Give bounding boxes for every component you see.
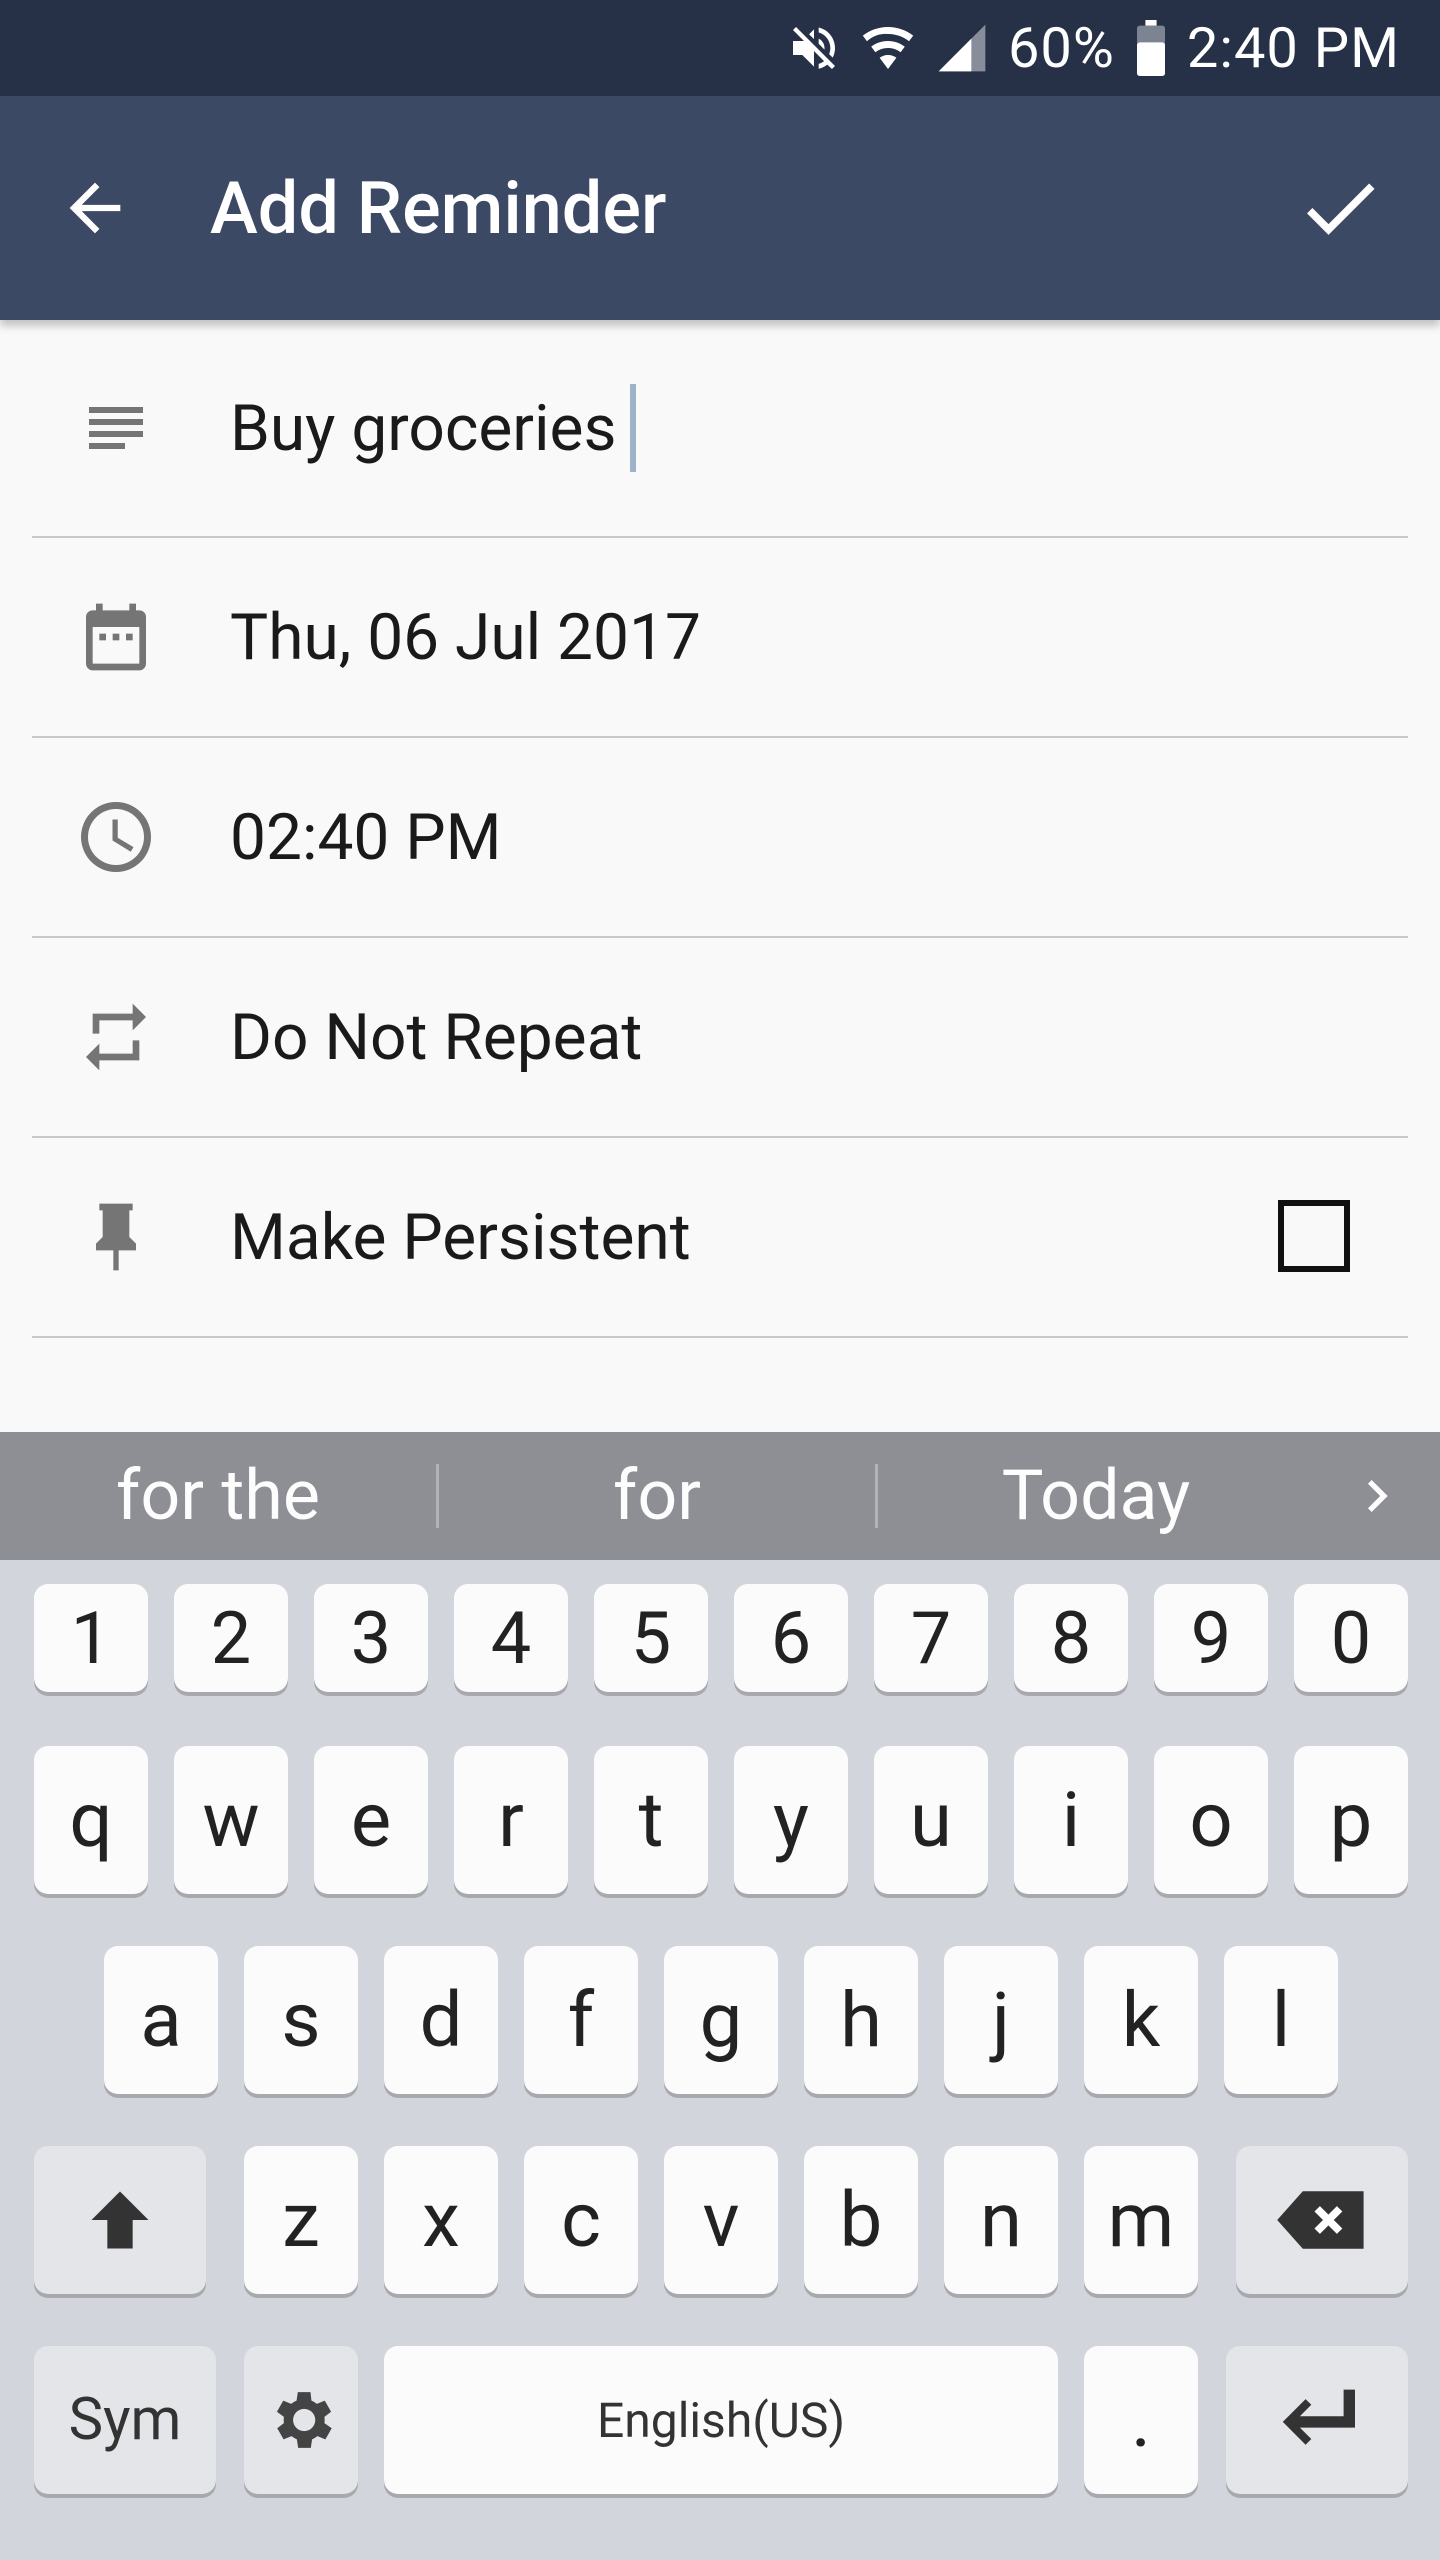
settings-key[interactable] [244,2346,358,2494]
backspace-icon [1277,2191,1364,2249]
key-z[interactable]: z [244,2146,358,2294]
suggestion-item[interactable]: Today [878,1432,1314,1560]
keyboard: 1 2 3 4 5 6 7 8 9 0 q w e r t y u i o p … [0,1560,1440,2560]
expand-suggestions-button[interactable] [1314,1432,1440,1560]
key-n[interactable]: n [944,2146,1058,2294]
date-row[interactable]: Thu, 06 Jul 2017 [32,538,1408,738]
chevron-right-icon [1367,1480,1388,1512]
key-c[interactable]: c [524,2146,638,2294]
key-f[interactable]: f [524,1946,638,2094]
key-g[interactable]: g [664,1946,778,2094]
confirm-button[interactable] [1240,96,1440,320]
arrow-back-icon [69,182,121,234]
key-4[interactable]: 4 [454,1584,568,1692]
key-q[interactable]: q [34,1746,148,1894]
time-row[interactable]: 02:40 PM [32,738,1408,938]
suggestion-bar: for the for Today [0,1432,1440,1560]
key-m[interactable]: m [1084,2146,1198,2294]
key-0[interactable]: 0 [1294,1584,1408,1692]
suggestion-item[interactable]: for the [0,1432,436,1560]
persistent-row[interactable]: Make Persistent [32,1138,1408,1338]
mute-icon [786,20,842,76]
key-u[interactable]: u [874,1746,988,1894]
persistent-checkbox[interactable] [1278,1200,1350,1272]
key-x[interactable]: x [384,2146,498,2294]
key-v[interactable]: v [664,2146,778,2294]
key-k[interactable]: k [1084,1946,1198,2094]
calendar-icon [32,537,200,737]
signal-icon [934,20,990,76]
repeat-value: Do Not Repeat [230,999,643,1075]
status-bar: 60% 2:40 PM [0,0,1440,96]
key-t[interactable]: t [594,1746,708,1894]
enter-key[interactable] [1226,2346,1408,2494]
key-5[interactable]: 5 [594,1584,708,1692]
symbols-key[interactable]: Sym [34,2346,216,2494]
repeat-row[interactable]: Do Not Repeat [32,938,1408,1138]
key-r[interactable]: r [454,1746,568,1894]
key-p[interactable]: p [1294,1746,1408,1894]
key-s[interactable]: s [244,1946,358,2094]
page-title: Add Reminder [210,165,667,251]
key-y[interactable]: y [734,1746,848,1894]
key-3[interactable]: 3 [314,1584,428,1692]
date-value: Thu, 06 Jul 2017 [230,599,701,675]
key-6[interactable]: 6 [734,1584,848,1692]
title-row[interactable]: Buy groceries [32,320,1408,538]
key-2[interactable]: 2 [174,1584,288,1692]
clock-icon [32,737,200,937]
key-7[interactable]: 7 [874,1584,988,1692]
checkmark-icon [1307,183,1375,235]
repeat-icon [32,937,200,1137]
battery-icon [1133,20,1169,76]
back-button[interactable] [0,96,190,320]
reminder-form: Buy groceries Thu, 06 Jul 2017 02:40 PM … [0,320,1440,1338]
period-key[interactable]: . [1084,2346,1198,2494]
clock: 2:40 PM [1186,15,1400,81]
key-j[interactable]: j [944,1946,1058,2094]
app-bar: Add Reminder [0,96,1440,320]
key-i[interactable]: i [1014,1746,1128,1894]
key-a[interactable]: a [104,1946,218,2094]
key-8[interactable]: 8 [1014,1584,1128,1692]
key-9[interactable]: 9 [1154,1584,1268,1692]
battery-percentage: 60% [1007,15,1115,81]
key-o[interactable]: o [1154,1746,1268,1894]
backspace-key[interactable] [1236,2146,1408,2294]
notes-icon [32,328,200,528]
shift-key[interactable] [34,2146,206,2294]
key-1[interactable]: 1 [34,1584,148,1692]
time-value: 02:40 PM [230,799,502,875]
gear-icon [276,2392,332,2448]
enter-icon [1282,2389,1355,2445]
key-e[interactable]: e [314,1746,428,1894]
text-cursor [630,384,637,472]
persistent-label: Make Persistent [230,1199,691,1275]
title-input[interactable]: Buy groceries [200,384,1408,472]
key-b[interactable]: b [804,2146,918,2294]
key-w[interactable]: w [174,1746,288,1894]
key-d[interactable]: d [384,1946,498,2094]
title-input-value: Buy groceries [230,390,617,466]
wifi-icon [860,20,916,76]
key-h[interactable]: h [804,1946,918,2094]
suggestion-item[interactable]: for [439,1432,875,1560]
key-l[interactable]: l [1224,1946,1338,2094]
shift-arrow-icon [91,2191,149,2249]
space-key[interactable]: English(US) [384,2346,1058,2494]
pin-icon [32,1137,200,1337]
